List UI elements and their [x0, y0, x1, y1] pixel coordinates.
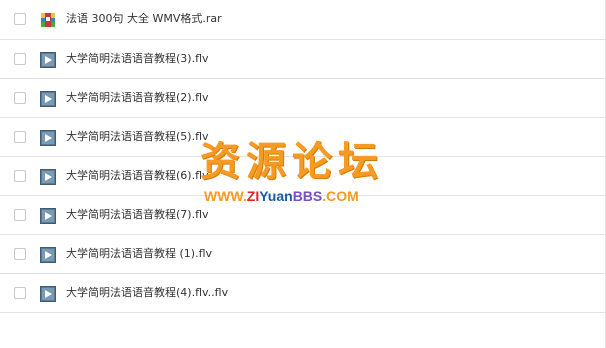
video-icon	[40, 91, 56, 107]
video-icon	[40, 169, 56, 185]
file-checkbox[interactable]	[14, 170, 26, 182]
file-checkbox[interactable]	[14, 92, 26, 104]
file-name[interactable]: 大学简明法语语音教程(5).flv	[66, 129, 209, 145]
file-checkbox[interactable]	[14, 287, 26, 299]
file-checkbox[interactable]	[14, 209, 26, 221]
file-name[interactable]: 大学简明法语语音教程(3).flv	[66, 51, 209, 67]
file-row[interactable]: 法语 300句 大全 WMV格式.rar	[0, 0, 606, 40]
file-row[interactable]: 大学简明法语语音教程(6).flv	[0, 157, 606, 196]
file-name[interactable]: 大学简明法语语音教程(6).flv	[66, 168, 209, 184]
file-row[interactable]: 大学简明法语语音教程(7).flv	[0, 196, 606, 235]
video-icon	[40, 130, 56, 146]
file-row[interactable]: 大学简明法语语音教程(5).flv	[0, 118, 606, 157]
file-row[interactable]: 大学简明法语语音教程(3).flv	[0, 40, 606, 79]
file-row[interactable]: 大学简明法语语音教程(4).flv..flv	[0, 274, 606, 313]
file-checkbox[interactable]	[14, 53, 26, 65]
file-checkbox[interactable]	[14, 248, 26, 260]
video-icon	[40, 247, 56, 263]
video-icon	[40, 208, 56, 224]
file-name[interactable]: 法语 300句 大全 WMV格式.rar	[66, 11, 222, 27]
video-icon	[40, 286, 56, 302]
file-checkbox[interactable]	[14, 131, 26, 143]
file-name[interactable]: 大学简明法语语音教程(4).flv..flv	[66, 285, 228, 301]
file-checkbox[interactable]	[14, 13, 26, 25]
file-name[interactable]: 大学简明法语语音教程(7).flv	[66, 207, 209, 223]
file-row[interactable]: 大学简明法语语音教程 (1).flv	[0, 235, 606, 274]
archive-icon	[40, 12, 56, 28]
video-icon	[40, 52, 56, 68]
file-list: 法语 300句 大全 WMV格式.rar 大学简明法语语音教程(3).flv 大学简…	[0, 0, 606, 313]
file-name[interactable]: 大学简明法语语音教程 (1).flv	[66, 246, 212, 262]
file-name[interactable]: 大学简明法语语音教程(2).flv	[66, 90, 209, 106]
file-row[interactable]: 大学简明法语语音教程(2).flv	[0, 79, 606, 118]
